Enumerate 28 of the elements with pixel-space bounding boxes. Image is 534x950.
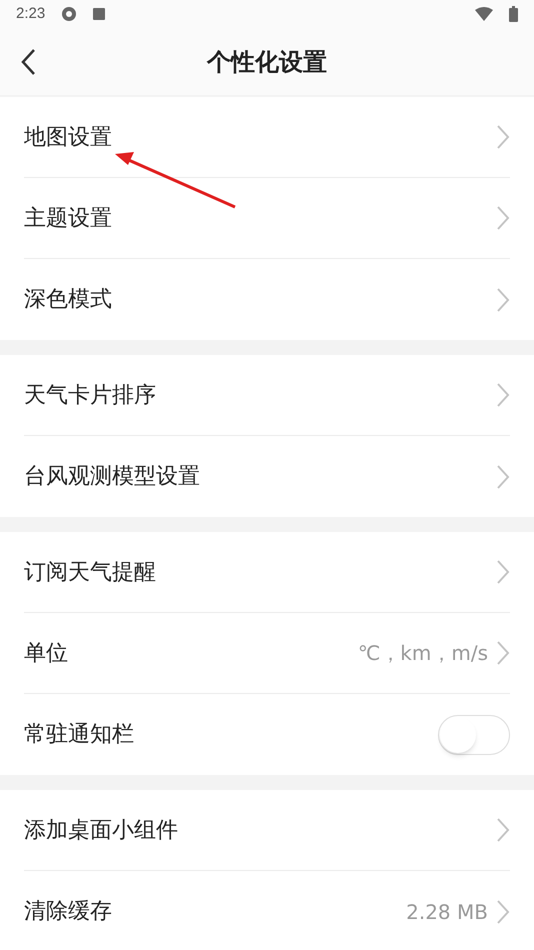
setting-value: ℃，km，m/s: [358, 640, 488, 667]
app-notification-icon: [61, 6, 78, 22]
setting-label: 添加桌面小组件: [24, 816, 179, 844]
chevron-right-icon: [496, 286, 510, 312]
chevron-right-icon: [496, 898, 510, 924]
chevron-right-icon: [496, 464, 510, 490]
setting-label: 清除缓存: [24, 898, 113, 926]
chevron-right-icon: [496, 817, 510, 843]
chevron-right-icon: [496, 124, 510, 150]
setting-label: 台风观测模型设置: [24, 463, 201, 491]
setting-label: 单位: [24, 640, 69, 668]
chevron-right-icon: [496, 559, 510, 585]
chevron-right-icon: [496, 640, 510, 666]
keyboard-notification-icon: [93, 8, 106, 20]
chevron-right-icon: [496, 382, 510, 408]
chevron-right-icon: [496, 205, 510, 231]
setting-label: 深色模式: [24, 286, 113, 314]
setting-value: 2.28 MB: [406, 898, 488, 926]
setting-label: 地图设置: [24, 124, 113, 152]
setting-label: 常驻通知栏: [24, 721, 135, 749]
status-time: 2:23: [16, 4, 46, 24]
setting-label: 订阅天气提醒: [24, 558, 157, 586]
setting-label: 主题设置: [24, 204, 113, 232]
page-title: 个性化设置: [206, 46, 328, 78]
battery-icon: [509, 6, 518, 22]
toggle-switch[interactable]: [438, 714, 510, 754]
setting-label: 天气卡片排序: [24, 382, 157, 410]
wifi-icon: [475, 7, 493, 21]
